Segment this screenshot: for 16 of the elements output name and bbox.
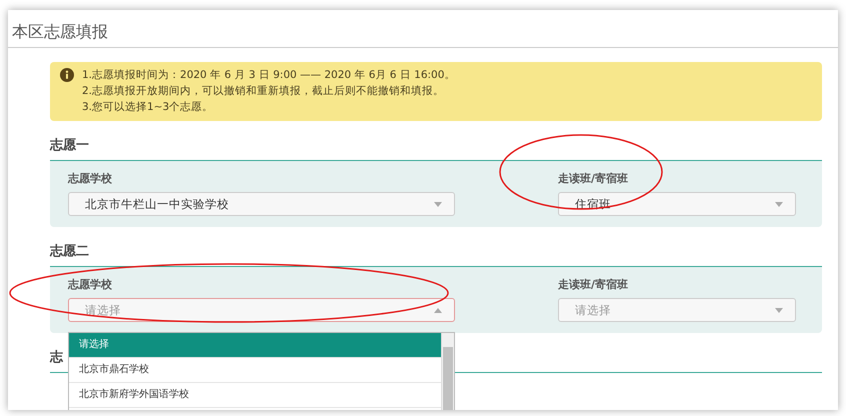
notice-text: 2.志愿填报开放期间内，可以撤销和重新填报，截止后则不能撤销和填报。 — [82, 84, 446, 99]
info-icon — [60, 68, 74, 82]
caret-up-icon — [434, 308, 442, 312]
page-title: 本区志愿填报 — [8, 10, 838, 48]
caret-down-icon — [434, 202, 442, 206]
select-field[interactable]: 北京市牛栏山一中实验学校 — [68, 192, 455, 216]
scrollbar[interactable] — [441, 333, 454, 410]
field-label: 走读班/寄宿班 — [558, 171, 630, 186]
field-label: 志愿学校 — [68, 171, 113, 186]
field-label: 志愿学校 — [68, 277, 113, 292]
dropdown-option[interactable]: 请选择 — [69, 333, 441, 358]
notice-text: 1.志愿填报时间为：2020 年 6 月 3 日 9:00 —— 2020 年 6月 6 日 16:00。 — [82, 68, 456, 83]
field-label: 走读班/寄宿班 — [558, 277, 630, 292]
caret-down-icon — [775, 202, 783, 206]
caret-down-icon — [775, 308, 783, 312]
notice-text: 3.您可以选择1~3个志愿。 — [82, 100, 214, 115]
